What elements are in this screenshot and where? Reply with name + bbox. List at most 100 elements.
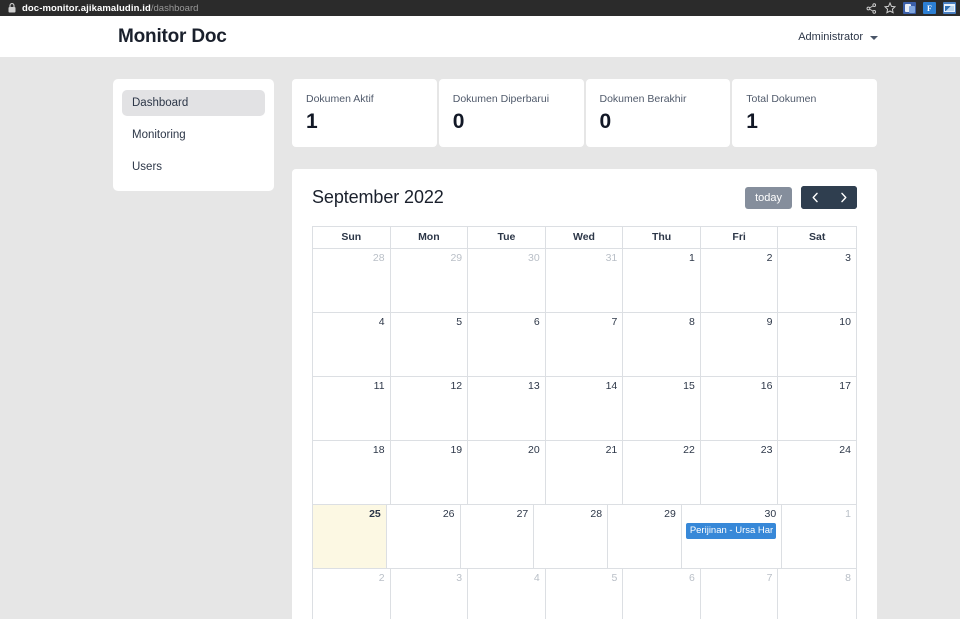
stat-card-dokumen-aktif: Dokumen Aktif 1 [292,79,437,147]
calendar-day-number: 12 [450,380,463,392]
sidebar-item-users[interactable]: Users [122,154,265,180]
weekday-mon: Mon [391,227,469,248]
calendar-day-cell[interactable]: 20 [468,441,546,504]
calendar-day-cell[interactable]: 12 [391,377,469,440]
calendar-day-cell[interactable]: 6 [468,313,546,376]
calendar-day-cell[interactable]: 5 [546,569,624,619]
calendar-week-row: 18 19 20 21 22 23 24 [313,441,856,505]
calendar-day-number: 30 [764,508,777,520]
calendar-day-cell[interactable]: 29 [391,249,469,312]
calendar-day-cell[interactable]: 19 [391,441,469,504]
weekday-sun: Sun [313,227,391,248]
main-content: Dokumen Aktif 1 Dokumen Diperbarui 0 Dok… [292,79,877,619]
calendar-day-cell[interactable]: 18 [313,441,391,504]
calendar-day-cell[interactable]: 27 [461,505,535,568]
calendar-day-cell[interactable]: 7 [701,569,779,619]
prev-month-button[interactable] [801,186,829,209]
calendar-day-cell[interactable]: 9 [701,313,779,376]
stat-card-total-dokumen: Total Dokumen 1 [732,79,877,147]
calendar-day-cell[interactable]: 1 [782,505,856,568]
weekday-fri: Fri [701,227,779,248]
calendar-toolbar: September 2022 today [312,186,857,209]
calendar-day-cell[interactable]: 28 [313,249,391,312]
bookmark-star-icon[interactable] [884,2,896,14]
calendar-week-row: 25 26 27 28 29 30 Perijinan - Ursa Har 1 [313,505,856,569]
calendar-day-cell[interactable]: 5 [391,313,469,376]
calendar-day-cell[interactable]: 24 [778,441,856,504]
stat-value: 0 [452,110,465,133]
calendar-day-number: 15 [683,380,695,392]
calendar-day-cell[interactable]: 3 [778,249,856,312]
calendar-day-cell[interactable]: 4 [468,569,546,619]
calendar-day-number: 3 [845,252,851,264]
calendar-day-number: 1 [845,508,851,520]
calendar-day-cell[interactable]: 30 Perijinan - Ursa Har [682,505,783,568]
calendar-day-number: 18 [372,444,385,456]
sidebar: Dashboard Monitoring Users [113,79,274,191]
calendar-day-cell[interactable]: 15 [623,377,701,440]
calendar-day-cell[interactable]: 22 [623,441,701,504]
sidebar-item-monitoring[interactable]: Monitoring [122,122,265,148]
calendar-day-number: 5 [611,572,618,584]
calendar-day-number: 2 [378,572,385,584]
calendar-day-cell[interactable]: 31 [546,249,624,312]
calendar-day-number: 9 [766,316,773,328]
calendar-day-number: 8 [845,572,851,584]
browser-actions [865,0,956,16]
calendar-day-cell[interactable]: 4 [313,313,391,376]
calendar-day-cell[interactable]: 25 [313,505,387,568]
calendar-day-cell[interactable]: 14 [546,377,624,440]
calendar-day-cell[interactable]: 21 [546,441,624,504]
calendar-day-cell[interactable]: 29 [608,505,682,568]
calendar-day-cell[interactable]: 2 [701,249,779,312]
calendar-day-cell[interactable]: 2 [313,569,391,619]
extension-translate-icon[interactable] [903,2,916,14]
browser-url-bar[interactable]: doc-monitor.ajikamaludin.id /dashboard [0,0,960,16]
calendar-day-cell[interactable]: 11 [313,377,391,440]
stat-card-dokumen-berakhir: Dokumen Berakhir 0 [585,79,731,147]
lock-icon [7,3,17,13]
user-menu-button[interactable]: Administrator [798,31,878,43]
calendar-day-cell[interactable]: 23 [701,441,779,504]
calendar-day-cell[interactable]: 3 [391,569,469,619]
calendar-nav-buttons: today [745,186,857,209]
calendar-day-number: 28 [590,508,603,520]
calendar-day-number: 6 [533,316,540,328]
user-menu-label: Administrator [798,30,863,43]
stat-value: 1 [746,110,758,133]
calendar-day-cell[interactable]: 10 [778,313,856,376]
calendar-day-cell[interactable]: 7 [546,313,624,376]
stat-card-dokumen-diperbarui: Dokumen Diperbarui 0 [438,79,584,147]
sidebar-item-dashboard[interactable]: Dashboard [122,90,265,116]
calendar-week-row: 28 29 30 31 1 2 3 [313,249,856,313]
calendar-day-number: 22 [683,444,695,456]
stat-label: Dokumen Aktif [306,93,374,105]
calendar-day-number: 21 [605,444,618,456]
calendar-day-cell[interactable]: 13 [468,377,546,440]
calendar-day-cell[interactable]: 8 [778,569,856,619]
share-icon[interactable] [865,2,877,14]
calendar-day-cell[interactable]: 8 [623,313,701,376]
calendar-day-number: 29 [664,508,676,520]
calendar-day-cell[interactable]: 26 [387,505,461,568]
calendar-week-row: 2 3 4 5 6 7 8 [313,569,856,619]
calendar-day-cell[interactable]: 28 [534,505,609,568]
calendar-day-number: 23 [760,444,773,456]
extension-screenshot-icon[interactable] [943,2,956,14]
extension-f-icon[interactable] [923,2,936,14]
calendar-day-cell[interactable]: 17 [778,377,856,440]
calendar-day-cell[interactable]: 6 [623,569,701,619]
weekday-wed: Wed [546,227,624,248]
calendar-day-cell[interactable]: 30 [468,249,546,312]
calendar-day-number: 6 [689,572,695,584]
calendar-day-cell[interactable]: 16 [701,377,779,440]
calendar-event[interactable]: Perijinan - Ursa Har [685,523,777,539]
next-month-button[interactable] [829,186,857,209]
calendar-day-number: 2 [766,252,773,264]
today-button[interactable]: today [745,186,792,209]
calendar-day-number: 10 [839,316,851,328]
stats-row: Dokumen Aktif 1 Dokumen Diperbarui 0 Dok… [292,79,877,147]
calendar-day-number: 1 [689,252,695,264]
calendar-day-cell[interactable]: 1 [623,249,701,312]
calendar-day-number: 7 [611,316,618,328]
